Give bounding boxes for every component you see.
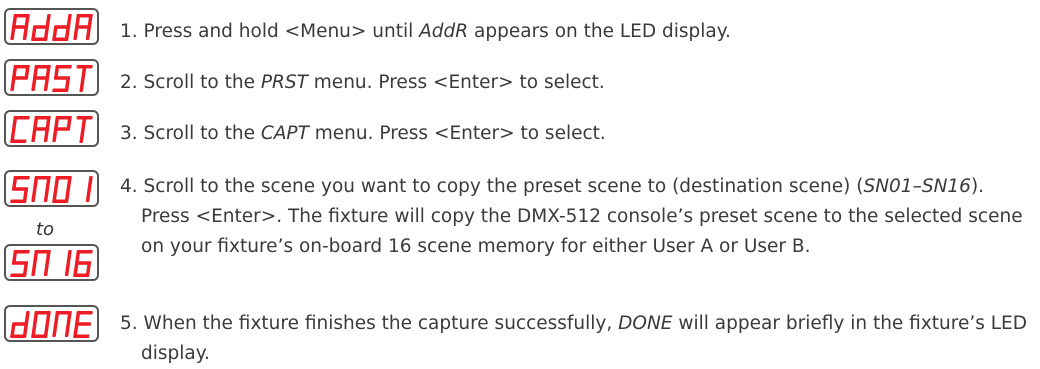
led-segment bbox=[87, 176, 93, 190]
led-segment bbox=[74, 25, 92, 29]
led-segment bbox=[11, 76, 29, 80]
led-segment bbox=[11, 25, 29, 29]
led-segment bbox=[10, 27, 16, 40]
led-segment bbox=[31, 129, 37, 142]
step-emphasis: PRST bbox=[260, 72, 308, 93]
led-addr-icon bbox=[10, 14, 93, 41]
led-display-capt bbox=[4, 110, 99, 147]
led-segment bbox=[53, 127, 71, 131]
led-segment bbox=[32, 127, 50, 131]
led-segment bbox=[33, 250, 39, 264]
led-display-addr bbox=[4, 8, 99, 45]
led-segment bbox=[10, 273, 27, 277]
led-done-icon bbox=[10, 311, 93, 338]
led-segment bbox=[43, 129, 49, 142]
step-number: 5. bbox=[120, 313, 138, 334]
led-segment bbox=[52, 88, 69, 92]
step-1: 1. Press and hold <Menu> until AddR appe… bbox=[120, 17, 1030, 47]
step-emphasis: DONE bbox=[618, 313, 673, 334]
led-segment bbox=[53, 25, 71, 29]
led-segment bbox=[79, 116, 87, 143]
range-to-label: to bbox=[36, 219, 55, 240]
led-segment bbox=[85, 189, 91, 202]
step-number: 3. bbox=[120, 123, 138, 144]
led-segment bbox=[31, 263, 37, 276]
led-segment bbox=[79, 65, 87, 92]
led-segment bbox=[10, 199, 27, 203]
led-segment bbox=[54, 311, 60, 325]
step-text: When the fixture finishes the capture su… bbox=[143, 313, 619, 334]
step-text: Scroll to the bbox=[143, 72, 261, 93]
led-display-prst bbox=[4, 59, 99, 96]
step-emphasis: AddR bbox=[419, 21, 469, 42]
step-emphasis: CAPT bbox=[260, 123, 309, 144]
step-text: Scroll to the scene you want to copy the… bbox=[143, 176, 864, 197]
led-segment bbox=[11, 261, 29, 265]
step-5: 5. When the fixture finishes the capture… bbox=[120, 309, 1031, 369]
led-segment bbox=[43, 78, 49, 91]
step-text: appears on the LED display. bbox=[468, 21, 731, 42]
led-segment bbox=[52, 129, 58, 142]
led-display-sn16 bbox=[4, 244, 99, 281]
led-display-sn01 bbox=[4, 170, 99, 207]
led-segment bbox=[53, 76, 71, 80]
led-segment bbox=[33, 176, 39, 190]
led-segment bbox=[66, 250, 72, 264]
led-segment bbox=[10, 78, 16, 91]
led-segment bbox=[22, 27, 28, 40]
led-display-done bbox=[4, 305, 99, 342]
step-number: 2. bbox=[120, 72, 138, 93]
led-capt-icon bbox=[10, 116, 93, 143]
step-text: menu. Press <Enter> to select. bbox=[307, 72, 605, 93]
led-sn01-icon bbox=[10, 176, 93, 203]
step-3: 3. Scroll to the CAPT menu. Press <Enter… bbox=[120, 119, 1030, 149]
led-segment bbox=[54, 176, 60, 190]
step-emphasis: SN01–SN16 bbox=[863, 176, 971, 197]
led-segment bbox=[74, 322, 92, 326]
led-segment bbox=[31, 189, 37, 202]
led-segment bbox=[73, 27, 79, 40]
step-4: 4. Scroll to the scene you want to copy … bbox=[120, 172, 1031, 262]
led-segment bbox=[85, 27, 91, 40]
led-segment bbox=[12, 116, 18, 130]
led-segment bbox=[33, 311, 39, 325]
led-segment bbox=[64, 263, 70, 276]
led-sn16-icon bbox=[10, 250, 93, 277]
step-number: 4. bbox=[120, 176, 138, 197]
step-text: Press and hold <Menu> until bbox=[143, 21, 420, 42]
led-segment bbox=[11, 187, 29, 191]
step-text: Scroll to the bbox=[143, 123, 261, 144]
led-segment bbox=[64, 324, 70, 337]
led-segment bbox=[32, 76, 50, 80]
step-text: menu. Press <Enter> to select. bbox=[308, 123, 606, 144]
step-number: 1. bbox=[120, 21, 138, 42]
led-segment bbox=[74, 261, 92, 265]
step-2: 2. Scroll to the PRST menu. Press <Enter… bbox=[120, 68, 1030, 98]
led-prst-icon bbox=[10, 65, 93, 92]
led-segment bbox=[11, 322, 29, 326]
led-segment bbox=[52, 324, 58, 337]
led-segment bbox=[43, 189, 49, 202]
led-segment bbox=[31, 78, 37, 91]
led-segment bbox=[43, 263, 49, 276]
led-segment bbox=[32, 25, 50, 29]
